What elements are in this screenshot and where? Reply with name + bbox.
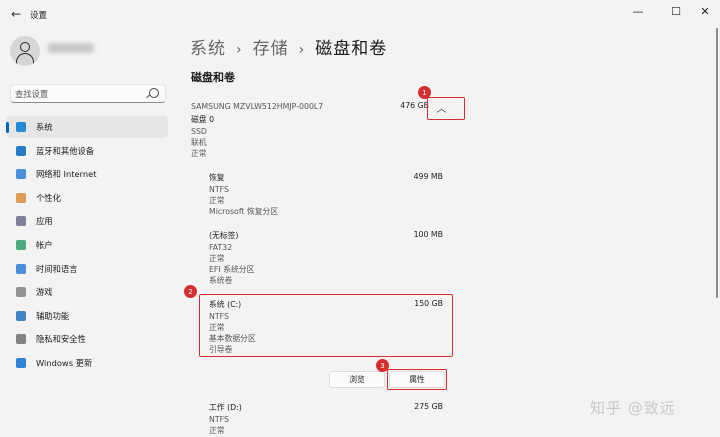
accessibility-icon: [16, 310, 26, 321]
monitor-icon: [16, 122, 26, 132]
sidebar-item-10[interactable]: Windows 更新: [6, 352, 168, 374]
chevron-right-icon: ›: [236, 42, 243, 58]
globe-clock-icon: [16, 263, 26, 274]
sidebar-item-7[interactable]: 游戏: [6, 281, 168, 303]
blurred-username: [48, 43, 94, 53]
brush-icon: [16, 192, 26, 203]
annotation-badge-3: 3: [376, 359, 389, 372]
volume-type: EFI 系统分区: [209, 265, 255, 274]
close-button[interactable]: ✕: [690, 0, 720, 22]
volume-type: Microsoft 恢复分区: [209, 207, 279, 216]
sidebar-item-3[interactable]: 个性化: [6, 187, 168, 209]
sidebar-item-label: 时间和语言: [36, 263, 78, 274]
sidebar-item-9[interactable]: 隐私和安全性: [6, 328, 168, 350]
page-title: 磁盘和卷: [315, 39, 388, 59]
volume-status: 正常: [209, 323, 225, 332]
highlight-box-1: [427, 97, 465, 120]
volume-status: 正常: [209, 426, 225, 435]
sidebar-item-label: 个性化: [36, 192, 61, 203]
volume-status: 正常: [209, 196, 225, 205]
sidebar-item-label: 系统: [36, 122, 53, 132]
browse-button[interactable]: 浏览: [329, 371, 385, 388]
sidebar-item-2[interactable]: 网络和 Internet: [6, 163, 168, 185]
disk-state: 联机: [191, 138, 207, 147]
gamepad-icon: [16, 287, 26, 298]
sidebar-item-6[interactable]: 时间和语言: [6, 258, 168, 280]
maximize-button[interactable]: ☐: [661, 0, 691, 22]
disk-health: 正常: [191, 149, 207, 158]
volume-size: 275 GB: [414, 402, 443, 411]
chevron-right-icon: ›: [298, 42, 306, 58]
shield-icon: [16, 334, 26, 345]
disk-type: SSD: [191, 127, 207, 136]
back-arrow-icon[interactable]: ←: [8, 6, 24, 22]
volume-name: 工作 (D:): [209, 403, 242, 412]
sidebar-item-0[interactable]: 系统: [6, 116, 168, 138]
volume-filesystem: NTFS: [209, 415, 229, 424]
annotation-badge-1: 1: [418, 86, 431, 99]
window-title: 设置: [30, 11, 48, 21]
active-indicator: [6, 122, 9, 133]
wifi-icon: [16, 169, 26, 180]
volume-size: 499 MB: [413, 172, 443, 181]
disk-name: 磁盘 0: [191, 115, 215, 124]
person-icon: [16, 240, 26, 250]
breadcrumb: 系统 › 存储 › 磁盘和卷: [190, 34, 387, 59]
sidebar-item-label: 游戏: [36, 287, 53, 298]
volume-size: 150 GB: [414, 299, 443, 308]
volume-type: 基本数据分区: [209, 334, 256, 343]
disk-size: 476 GB: [400, 101, 429, 110]
sidebar-item-label: Windows 更新: [36, 358, 93, 368]
volume-role: 引导卷: [209, 345, 233, 354]
sidebar-item-label: 网络和 Internet: [36, 169, 97, 180]
volume-name: 恢复: [209, 173, 225, 182]
bluetooth-icon: [16, 145, 26, 156]
sidebar-item-label: 应用: [36, 216, 53, 227]
section-title: 磁盘和卷: [191, 71, 235, 84]
sidebar-item-label: 辅助功能: [36, 310, 70, 321]
search-icon[interactable]: [149, 88, 159, 98]
sidebar-item-8[interactable]: 辅助功能: [6, 305, 168, 327]
search-box[interactable]: [10, 84, 166, 103]
volume-role: 系统卷: [209, 276, 233, 285]
avatar[interactable]: [10, 36, 40, 66]
volume-name: 系统 (C:): [209, 300, 242, 309]
volume-status: 正常: [209, 254, 225, 263]
annotation-badge-2: 2: [184, 285, 197, 298]
volume-filesystem: FAT32: [209, 243, 233, 252]
sidebar-item-label: 蓝牙和其他设备: [36, 145, 95, 156]
sidebar-item-label: 隐私和安全性: [36, 334, 86, 345]
sidebar-item-1[interactable]: 蓝牙和其他设备: [6, 140, 168, 162]
volume-size: 100 MB: [413, 230, 443, 239]
watermark: 知乎 @致远: [590, 399, 676, 417]
sidebar-item-5[interactable]: 帐户: [6, 234, 168, 256]
volume-name: (无标签): [209, 231, 239, 240]
breadcrumb-system[interactable]: 系统: [190, 39, 226, 59]
person-icon: [20, 42, 30, 52]
sidebar-item-4[interactable]: 应用: [6, 210, 168, 232]
minimize-button[interactable]: —: [623, 0, 653, 22]
breadcrumb-storage[interactable]: 存储: [253, 39, 289, 59]
sidebar-item-label: 帐户: [36, 240, 53, 250]
disk-model: SAMSUNG MZVLW512HMJP-000L7: [191, 102, 324, 111]
search-input[interactable]: [15, 87, 147, 100]
apps-icon: [16, 216, 26, 227]
scrollbar[interactable]: [716, 28, 718, 298]
update-icon: [16, 358, 26, 368]
volume-filesystem: NTFS: [209, 312, 229, 321]
highlight-box-3: [387, 369, 447, 390]
volume-filesystem: NTFS: [209, 185, 229, 194]
